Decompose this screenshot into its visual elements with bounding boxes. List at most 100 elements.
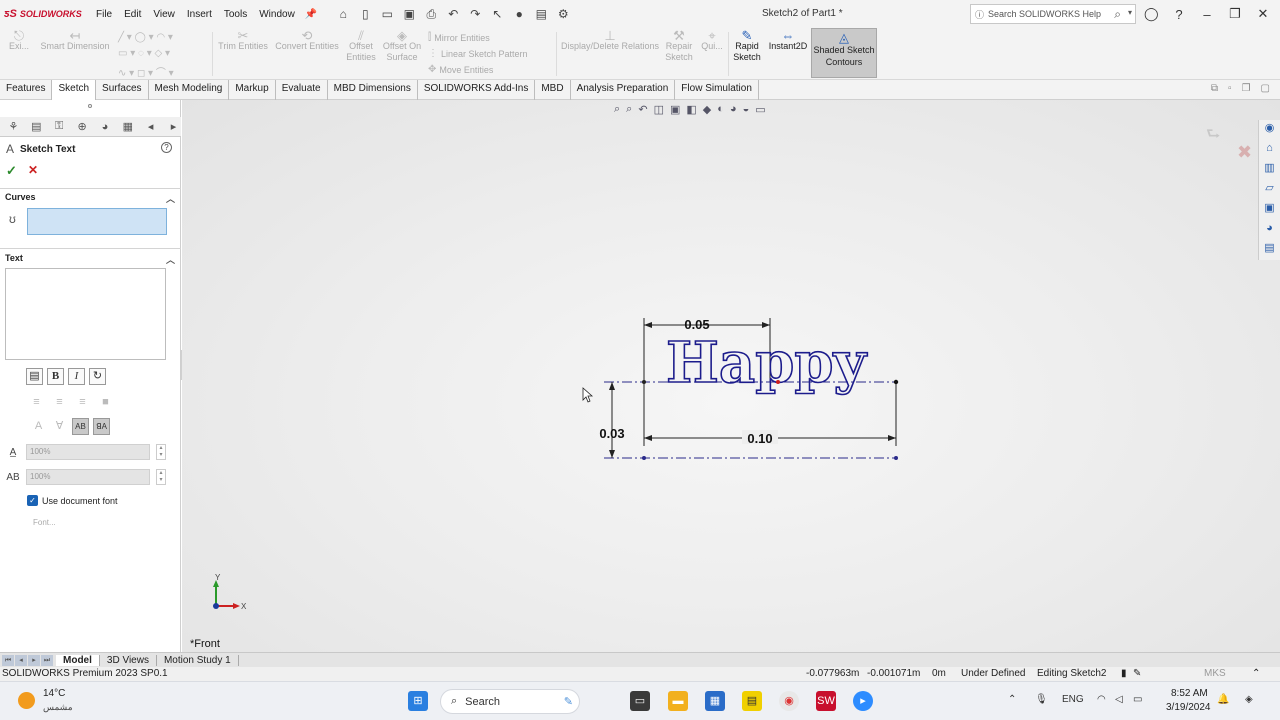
redo-icon[interactable]: ↷	[467, 6, 483, 22]
spacing-input[interactable]: 100%	[26, 469, 150, 485]
dimension-left-label[interactable]: 0.03	[599, 426, 624, 441]
open-folder-icon[interactable]: ▭	[379, 6, 395, 22]
rebuild-icon[interactable]: ●	[511, 6, 527, 22]
collapse-chevron-icon[interactable]: ︿	[166, 253, 175, 266]
sketch-point[interactable]	[642, 456, 646, 460]
spline-tools[interactable]: ∿ ▾ ◻ ▾ ⌒ ▾	[118, 64, 174, 79]
tab-3d-views[interactable]: 3D Views	[100, 654, 157, 666]
sketch-midpoint[interactable]	[776, 380, 780, 384]
solidworks-logo[interactable]: ƽS SOLIDWORKS	[0, 8, 90, 20]
appearance-icon[interactable]: ◕	[98, 121, 113, 133]
tab-markup[interactable]: Markup	[229, 80, 276, 100]
copilot-icon[interactable]: ◈	[1245, 694, 1253, 705]
doc-minimize-icon[interactable]: ▫	[1228, 83, 1232, 94]
taskbar-time[interactable]: 8:52 AM	[1171, 688, 1208, 699]
battery-icon[interactable]: ▭	[1133, 694, 1142, 705]
close-window-icon[interactable]: ✕	[1256, 6, 1270, 22]
flip-horizontal-icon[interactable]: AB	[72, 418, 89, 435]
exit-sketch-button[interactable]: ⎋ Exi...	[6, 29, 32, 52]
unit-system[interactable]: MKS	[1204, 668, 1226, 679]
solidworks-taskbar-icon[interactable]: SW	[816, 691, 836, 711]
justify-icon[interactable]: ■	[97, 394, 114, 411]
sketch-point[interactable]	[642, 380, 646, 384]
rotate-button[interactable]: ↻	[89, 368, 106, 385]
tab-evaluate[interactable]: Evaluate	[276, 80, 328, 100]
line-tools[interactable]: ╱ ▾ ◯ ▾ ◠ ▾	[118, 32, 173, 43]
restore-icon[interactable]: ❐	[1228, 6, 1242, 22]
sun-weather-icon[interactable]	[18, 692, 35, 709]
account-icon[interactable]: ◯	[1144, 6, 1159, 22]
rectangle-tools[interactable]: ▭ ▾ ◌ ▾ ◇ ▾	[118, 48, 170, 59]
sticky-notes-icon[interactable]: ▤	[742, 691, 762, 711]
curves-selection-box[interactable]	[27, 208, 167, 235]
feature-manager-icon[interactable]: ⚘	[6, 120, 21, 133]
language-indicator[interactable]: ENG	[1062, 694, 1084, 705]
offset-on-surface-button[interactable]: ◈ Offset On Surface	[380, 29, 424, 63]
trim-entities-button[interactable]: ✂ Trim Entities	[216, 29, 270, 52]
align-right-icon[interactable]: ≡	[74, 394, 91, 411]
repair-sketch-button[interactable]: ⚒ Repair Sketch	[662, 29, 696, 63]
dimxpert-icon[interactable]: ⊕	[75, 120, 90, 133]
menu-file[interactable]: File	[90, 9, 118, 20]
show-hidden-icons-icon[interactable]: ⌃	[1008, 694, 1016, 705]
weather-temperature[interactable]: 14°C	[43, 688, 65, 699]
notifications-bell-icon[interactable]: 🔔	[1217, 694, 1229, 705]
weather-description[interactable]: مشمس	[43, 702, 73, 713]
tab-mbd-dimensions[interactable]: MBD Dimensions	[328, 80, 418, 100]
smart-dimension-button[interactable]: ↤ Smart Dimension	[38, 29, 112, 52]
linear-sketch-pattern-button[interactable]: ⋮ Linear Sketch Pattern	[428, 48, 528, 59]
rapid-sketch-button[interactable]: ✎ Rapid Sketch	[730, 29, 764, 63]
wifi-icon[interactable]: ◠	[1097, 694, 1106, 705]
use-document-font-row[interactable]: ✓ Use document font	[27, 495, 118, 506]
menu-edit[interactable]: Edit	[118, 9, 147, 20]
convert-entities-button[interactable]: ⟲ Convert Entities	[272, 29, 342, 52]
help-search-input[interactable]: Search SOLIDWORKS Help	[988, 9, 1101, 19]
select-pointer-icon[interactable]: ↖	[489, 6, 505, 22]
windows-start-icon[interactable]: ⊞	[408, 691, 428, 711]
configuration-manager-icon[interactable]: ⚿	[52, 120, 67, 133]
sketch-point[interactable]	[893, 379, 899, 385]
shaded-sketch-contours-button[interactable]: ◬ Shaded Sketch Contours	[811, 28, 877, 78]
cam-icon[interactable]: ▦	[120, 120, 135, 133]
tab-model[interactable]: Model	[56, 654, 100, 666]
flip-vertical-icon[interactable]: A	[30, 418, 47, 435]
help-search-box[interactable]: ⓘ Search SOLIDWORKS Help ⌕ ▾	[970, 4, 1136, 24]
home-icon[interactable]: ⌂	[335, 6, 351, 22]
tab-motion-study-1[interactable]: Motion Study 1	[157, 654, 239, 666]
use-document-font-checkbox[interactable]: ✓	[27, 495, 38, 506]
dimension-bottom-label[interactable]: 0.10	[747, 431, 772, 446]
first-tab-icon[interactable]: ⏮	[2, 654, 14, 666]
file-properties-icon[interactable]: ▤	[533, 6, 549, 22]
design-library-icon[interactable]: ▥	[1262, 161, 1277, 176]
taskbar-date[interactable]: 3/19/2024	[1166, 702, 1211, 713]
file-explorer-icon[interactable]: ▬	[668, 691, 688, 711]
menu-insert[interactable]: Insert	[181, 9, 218, 20]
align-center-icon[interactable]: ≡	[51, 394, 68, 411]
spacing-spinner[interactable]: ▴ ▾	[156, 469, 166, 485]
width-factor-input[interactable]: 100%	[26, 444, 150, 460]
move-entities-button[interactable]: ✥ Move Entities	[428, 64, 493, 75]
tab-sketch[interactable]: Sketch	[52, 80, 97, 100]
flip-reverse-icon[interactable]: ꓭA	[93, 418, 110, 435]
menu-window[interactable]: Window	[253, 9, 301, 20]
tab-surfaces[interactable]: Surfaces	[96, 80, 149, 100]
panel-grip[interactable]	[88, 104, 92, 108]
file-explorer-icon[interactable]: ▱	[1262, 181, 1277, 196]
font-button[interactable]: Font...	[33, 518, 56, 527]
new-document-icon[interactable]: ▯	[357, 6, 373, 22]
rebuild-status-icon[interactable]: ▮	[1121, 668, 1127, 679]
sketch-point[interactable]	[894, 456, 898, 460]
menu-view[interactable]: View	[147, 9, 181, 20]
offset-entities-button[interactable]: ⫽ Offset Entities	[344, 29, 378, 63]
task-view-icon[interactable]: ▭	[630, 691, 650, 711]
volume-icon[interactable]: ◁	[1115, 694, 1123, 705]
view-palette-icon[interactable]: ▣	[1262, 201, 1277, 216]
doc-restore-icon[interactable]: ❐	[1242, 83, 1251, 94]
scroll-right-icon[interactable]: ▸	[166, 120, 181, 133]
chevron-down-icon[interactable]: ▾	[1128, 8, 1132, 17]
confirmation-corner-accept-icon[interactable]: ⮑	[1206, 123, 1220, 150]
tab-solidworks-addins[interactable]: SOLIDWORKS Add-Ins	[418, 80, 536, 100]
tab-analysis-preparation[interactable]: Analysis Preparation	[571, 80, 676, 100]
curves-group-header[interactable]: Curves ︿	[0, 192, 181, 206]
doc-maximize-icon[interactable]: ▢	[1261, 83, 1270, 94]
